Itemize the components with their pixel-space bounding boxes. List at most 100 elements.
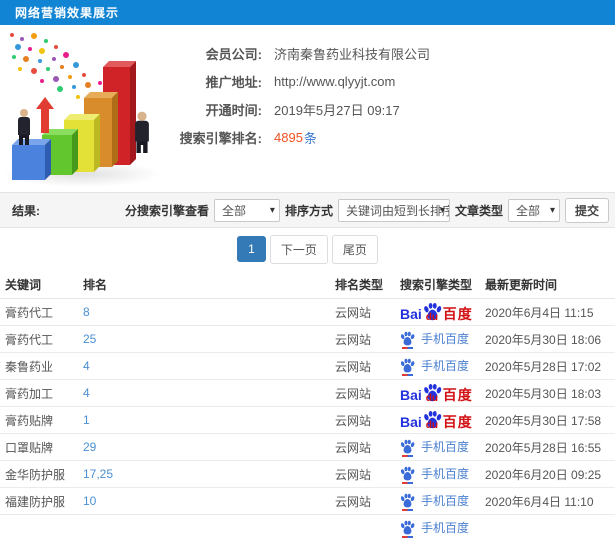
baidu-logo: Bai du 百度 — [400, 410, 473, 429]
illustration-bar-blue — [12, 145, 45, 180]
rank-cell: 8 — [83, 299, 335, 326]
keyword-cell: 膏药代工 — [0, 326, 83, 353]
rank-link[interactable]: 10 — [83, 494, 96, 508]
rank-cell — [83, 515, 335, 541]
next-page-button[interactable]: 下一页 — [270, 235, 328, 264]
col-rank-type: 排名类型 — [335, 270, 400, 299]
member-company-label: 会员公司: — [170, 44, 262, 63]
promo-url-link[interactable]: http://www.qlyyjt.com — [274, 74, 395, 89]
keyword-cell: 膏药贴牌 — [0, 407, 83, 434]
open-time-label: 开通时间: — [170, 100, 262, 119]
mobile-baidu-paw-icon — [400, 493, 415, 508]
account-info-panel: 会员公司: 济南秦鲁药业科技有限公司 推广地址: http://www.qlyy… — [170, 39, 615, 151]
mobile-baidu-label: 手机百度 — [421, 330, 469, 347]
update-time-cell: 2020年5月28日 17:02 — [485, 353, 615, 380]
update-time-cell: 2020年5月28日 16:55 — [485, 434, 615, 461]
baidu-paw-icon: du — [423, 383, 442, 402]
engine-rank-row: 搜索引擎排名: 4895 条 — [170, 123, 615, 151]
table-row: 金华防护服 17,25 云网站 手机百度 2020年6月20日 09:25 — [0, 461, 615, 488]
col-keyword: 关键词 — [0, 270, 83, 299]
mobile-baidu-paw-icon — [400, 466, 415, 481]
rank-link[interactable]: 1 — [83, 413, 90, 427]
promo-url-row: 推广地址: http://www.qlyyjt.com — [170, 67, 615, 95]
engine-cell: 手机百度 — [400, 353, 485, 380]
rank-type-cell: 云网站 — [335, 407, 400, 434]
table-body: 膏药代工 8 云网站 Bai du 百度 2020年6月4日 11:15 膏药代… — [0, 299, 615, 541]
mobile-baidu-label: 手机百度 — [421, 465, 469, 482]
engine-cell: 手机百度 — [400, 515, 485, 541]
col-rank: 排名 — [83, 270, 335, 299]
rank-type-cell: 云网站 — [335, 299, 400, 326]
keyword-cell: 秦鲁药业 — [0, 353, 83, 380]
open-time-value: 2019年5月27日 09:17 — [274, 100, 400, 119]
mobile-baidu-badge: 手机百度 — [400, 438, 469, 455]
rank-link[interactable]: 29 — [83, 440, 96, 454]
mobile-baidu-paw-icon — [400, 331, 415, 346]
rank-type-cell: 云网站 — [335, 488, 400, 515]
keyword-cell: 金华防护服 — [0, 461, 83, 488]
engine-cell: 手机百度 — [400, 326, 485, 353]
engine-cell: Bai du 百度 — [400, 380, 485, 407]
keyword-cell: 福建防护服 — [0, 488, 83, 515]
engine-rank-unit: 条 — [304, 128, 317, 147]
table-row: 膏药加工 4 云网站 Bai du 百度 2020年5月30日 18:03 — [0, 380, 615, 407]
keyword-cell: 膏药加工 — [0, 380, 83, 407]
engine-filter-label: 分搜索引擎查看 — [125, 202, 209, 219]
keyword-cell: 膏药代工 — [0, 299, 83, 326]
col-update-time: 最新更新时间 — [485, 270, 615, 299]
sort-filter-select[interactable]: 关键词由短到长排序 — [338, 199, 450, 222]
rank-link[interactable]: 4 — [83, 359, 90, 373]
engine-rank-count: 4895 — [274, 130, 303, 145]
pagination: 1 下一页 尾页 — [0, 228, 615, 270]
page-1-button[interactable]: 1 — [237, 236, 266, 262]
engine-cell: 手机百度 — [400, 461, 485, 488]
mobile-baidu-label: 手机百度 — [421, 519, 469, 536]
table-row: 膏药贴牌 1 云网站 Bai du 百度 2020年5月30日 17:58 — [0, 407, 615, 434]
article-type-select[interactable]: 全部 — [508, 199, 560, 222]
mobile-baidu-label: 手机百度 — [421, 357, 469, 374]
baidu-logo: Bai du 百度 — [400, 383, 473, 402]
rank-link[interactable]: 17,25 — [83, 467, 113, 481]
mobile-baidu-label: 手机百度 — [421, 438, 469, 455]
app-header: 网络营销效果展示 — [0, 0, 615, 25]
baidu-paw-icon: du — [423, 302, 442, 321]
rank-type-cell: 云网站 — [335, 353, 400, 380]
table-row: 福建防护服 10 云网站 手机百度 2020年6月4日 11:10 — [0, 488, 615, 515]
filter-bar: 结果: 分搜索引擎查看 全部 排序方式 关键词由短到长排序 文章类型 全部 提交 — [0, 192, 615, 228]
bar-chart-illustration — [0, 25, 175, 192]
rank-cell: 29 — [83, 434, 335, 461]
rank-cell: 25 — [83, 326, 335, 353]
rank-link[interactable]: 8 — [83, 305, 90, 319]
confetti-decoration — [10, 33, 14, 37]
keyword-cell: 口罩贴牌 — [0, 434, 83, 461]
sort-filter-label: 排序方式 — [285, 202, 333, 219]
businessman-right — [135, 112, 149, 153]
table-row: 口罩贴牌 29 云网站 手机百度 2020年5月28日 16:55 — [0, 434, 615, 461]
engine-cell: 手机百度 — [400, 488, 485, 515]
update-time-cell: 2020年5月30日 17:58 — [485, 407, 615, 434]
table-row: 膏药代工 8 云网站 Bai du 百度 2020年6月4日 11:15 — [0, 299, 615, 326]
mobile-baidu-paw-icon — [400, 439, 415, 454]
update-time-cell: 2020年6月4日 11:10 — [485, 488, 615, 515]
submit-button[interactable]: 提交 — [565, 198, 609, 223]
rank-cell: 10 — [83, 488, 335, 515]
baidu-paw-icon: du — [423, 410, 442, 429]
engine-filter-select[interactable]: 全部 — [214, 199, 280, 222]
result-label: 结果: — [12, 202, 40, 219]
rank-link[interactable]: 4 — [83, 386, 90, 400]
engine-rank-label: 搜索引擎排名: — [170, 128, 262, 147]
mobile-baidu-label: 手机百度 — [421, 492, 469, 509]
article-type-label: 文章类型 — [455, 202, 503, 219]
member-company-link[interactable]: 济南秦鲁药业科技有限公司 — [274, 44, 430, 63]
engine-cell: Bai du 百度 — [400, 407, 485, 434]
rank-cell: 1 — [83, 407, 335, 434]
rank-cell: 4 — [83, 380, 335, 407]
baidu-logo: Bai du 百度 — [400, 302, 473, 321]
last-page-button[interactable]: 尾页 — [332, 235, 378, 264]
update-time-cell: 2020年5月30日 18:06 — [485, 326, 615, 353]
promo-url-label: 推广地址: — [170, 72, 262, 91]
open-time-row: 开通时间: 2019年5月27日 09:17 — [170, 95, 615, 123]
rank-link[interactable]: 25 — [83, 332, 96, 346]
rank-type-cell — [335, 515, 400, 541]
rank-cell: 17,25 — [83, 461, 335, 488]
